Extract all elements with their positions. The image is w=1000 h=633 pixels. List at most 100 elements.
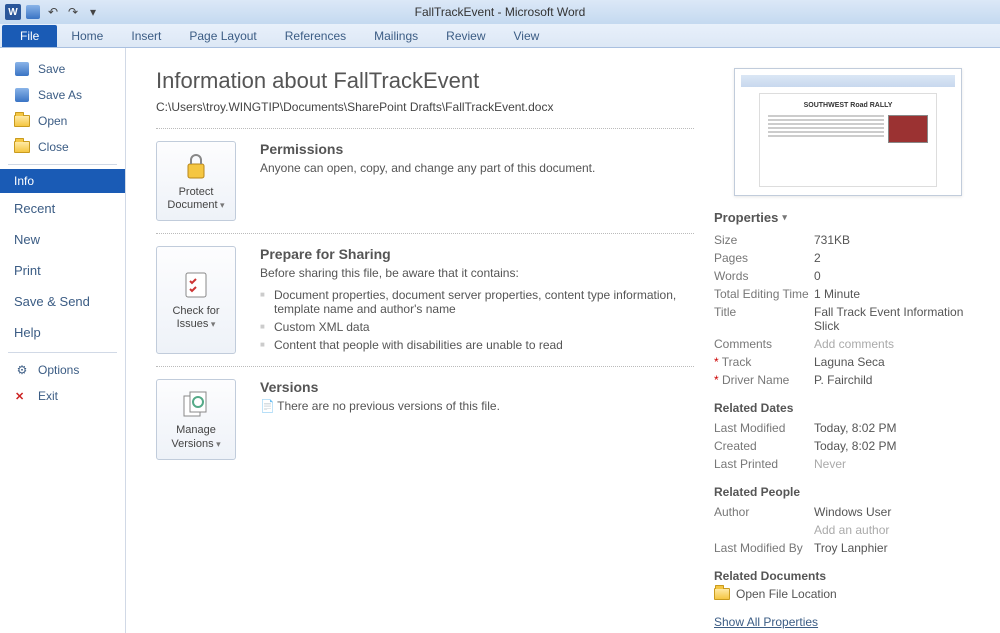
prop-value-modified: Today, 8:02 PM bbox=[814, 421, 982, 435]
sidebar-item-label: Exit bbox=[38, 389, 58, 403]
word-app-icon[interactable]: W bbox=[4, 3, 22, 21]
prop-value-lastmodby: Troy Lanphier bbox=[814, 541, 982, 555]
tab-references[interactable]: References bbox=[271, 25, 360, 47]
related-dates-header: Related Dates bbox=[714, 401, 982, 415]
prop-value-printed: Never bbox=[814, 457, 982, 471]
folder-icon bbox=[714, 588, 730, 600]
prop-label-pages: Pages bbox=[714, 251, 814, 265]
backstage-sidebar: Save Save As Open Close Info Recent New … bbox=[0, 48, 126, 633]
sidebar-item-recent[interactable]: Recent bbox=[0, 193, 125, 224]
issue-item: Document properties, document server pro… bbox=[274, 286, 694, 318]
tab-page-layout[interactable]: Page Layout bbox=[175, 25, 270, 47]
prop-value-created: Today, 8:02 PM bbox=[814, 439, 982, 453]
related-people-header: Related People bbox=[714, 485, 982, 499]
properties-panel: SOUTHWEST Road RALLY Properties Size731K… bbox=[714, 68, 982, 623]
sidebar-item-label: Options bbox=[38, 363, 79, 377]
sidebar-item-close[interactable]: Close bbox=[0, 134, 125, 160]
prop-value-editing-time: 1 Minute bbox=[814, 287, 982, 301]
sidebar-item-save-send[interactable]: Save & Send bbox=[0, 286, 125, 317]
separator bbox=[156, 366, 694, 367]
prop-label-editing-time: Total Editing Time bbox=[714, 287, 814, 301]
prop-label-words: Words bbox=[714, 269, 814, 283]
sidebar-item-save[interactable]: Save bbox=[0, 56, 125, 82]
lock-icon bbox=[180, 150, 212, 182]
sidebar-item-help[interactable]: Help bbox=[0, 317, 125, 348]
thumbnail-title: SOUTHWEST Road RALLY bbox=[768, 102, 928, 109]
check-for-issues-button[interactable]: Check for Issues bbox=[156, 246, 236, 354]
save-as-icon bbox=[14, 87, 30, 103]
save-icon bbox=[14, 61, 30, 77]
prop-value-author: Windows User bbox=[814, 505, 982, 519]
sidebar-item-new[interactable]: New bbox=[0, 224, 125, 255]
document-thumbnail[interactable]: SOUTHWEST Road RALLY bbox=[734, 68, 962, 196]
manage-versions-button[interactable]: Manage Versions bbox=[156, 379, 236, 459]
separator bbox=[156, 233, 694, 234]
ribbon-tabs: File Home Insert Page Layout References … bbox=[0, 24, 1000, 48]
quick-access-toolbar: W ↶ ↷ ▾ bbox=[4, 3, 102, 21]
tab-home[interactable]: Home bbox=[57, 25, 117, 47]
page-title: Information about FallTrackEvent bbox=[156, 68, 694, 94]
thumbnail-ribbon bbox=[741, 75, 955, 87]
backstage-view: Save Save As Open Close Info Recent New … bbox=[0, 48, 1000, 633]
info-panel: Information about FallTrackEvent C:\User… bbox=[126, 48, 1000, 633]
tab-view[interactable]: View bbox=[500, 25, 554, 47]
add-author-input[interactable]: Add an author bbox=[814, 523, 982, 537]
sidebar-item-label: Close bbox=[38, 140, 69, 154]
separator bbox=[156, 128, 694, 129]
sidebar-item-print[interactable]: Print bbox=[0, 255, 125, 286]
button-label: Protect Document bbox=[161, 186, 231, 212]
open-file-location-link[interactable]: Open File Location bbox=[714, 587, 982, 601]
sidebar-item-label: Save As bbox=[38, 88, 82, 102]
separator bbox=[8, 352, 117, 353]
section-text: Anyone can open, copy, and change any pa… bbox=[260, 161, 694, 175]
versions-icon bbox=[180, 388, 212, 420]
tab-mailings[interactable]: Mailings bbox=[360, 25, 432, 47]
sidebar-item-info[interactable]: Info bbox=[0, 169, 125, 193]
options-icon: ⚙ bbox=[14, 362, 30, 378]
show-all-properties-link[interactable]: Show All Properties bbox=[714, 615, 982, 629]
prop-value-words: 0 bbox=[814, 269, 982, 283]
section-title: Versions bbox=[260, 379, 694, 395]
sidebar-item-exit[interactable]: Exit bbox=[0, 383, 125, 409]
protect-document-button[interactable]: Protect Document bbox=[156, 141, 236, 221]
button-label: Check for Issues bbox=[161, 305, 231, 331]
tab-review[interactable]: Review bbox=[432, 25, 499, 47]
prop-value-comments[interactable]: Add comments bbox=[814, 337, 982, 351]
prop-value-title[interactable]: Fall Track Event Information Slick bbox=[814, 305, 982, 333]
sidebar-item-open[interactable]: Open bbox=[0, 108, 125, 134]
prop-label-printed: Last Printed bbox=[714, 457, 814, 471]
related-documents-header: Related Documents bbox=[714, 569, 982, 583]
close-folder-icon bbox=[14, 139, 30, 155]
prop-value-track[interactable]: Laguna Seca bbox=[814, 355, 982, 369]
issue-item: Content that people with disabilities ar… bbox=[274, 336, 694, 354]
tab-insert[interactable]: Insert bbox=[117, 25, 175, 47]
sidebar-item-options[interactable]: ⚙ Options bbox=[0, 357, 125, 383]
title-bar: W ↶ ↷ ▾ FallTrackEvent - Microsoft Word bbox=[0, 0, 1000, 24]
sidebar-item-save-as[interactable]: Save As bbox=[0, 82, 125, 108]
undo-icon[interactable]: ↶ bbox=[44, 3, 62, 21]
prop-label-modified: Last Modified bbox=[714, 421, 814, 435]
redo-icon[interactable]: ↷ bbox=[64, 3, 82, 21]
prop-value-pages: 2 bbox=[814, 251, 982, 265]
sidebar-item-label: Info bbox=[14, 174, 34, 188]
tab-file[interactable]: File bbox=[2, 25, 57, 47]
thumbnail-image bbox=[888, 115, 928, 143]
section-title: Prepare for Sharing bbox=[260, 246, 694, 262]
exit-icon bbox=[14, 388, 30, 404]
prop-label-lastmodby: Last Modified By bbox=[714, 541, 814, 555]
separator bbox=[8, 164, 117, 165]
open-icon bbox=[14, 113, 30, 129]
button-label: Manage Versions bbox=[161, 424, 231, 450]
properties-dropdown[interactable]: Properties bbox=[714, 210, 982, 225]
window-title: FallTrackEvent - Microsoft Word bbox=[415, 5, 586, 19]
prop-label-size: Size bbox=[714, 233, 814, 247]
issue-item: Custom XML data bbox=[274, 318, 694, 336]
file-path: C:\Users\troy.WINGTIP\Documents\SharePoi… bbox=[156, 100, 694, 114]
save-icon[interactable] bbox=[24, 3, 42, 21]
prop-label-comments: Comments bbox=[714, 337, 814, 351]
qat-more-icon[interactable]: ▾ bbox=[84, 3, 102, 21]
prop-label-created: Created bbox=[714, 439, 814, 453]
section-title: Permissions bbox=[260, 141, 694, 157]
prop-value-driver[interactable]: P. Fairchild bbox=[814, 373, 982, 387]
checklist-icon bbox=[180, 269, 212, 301]
